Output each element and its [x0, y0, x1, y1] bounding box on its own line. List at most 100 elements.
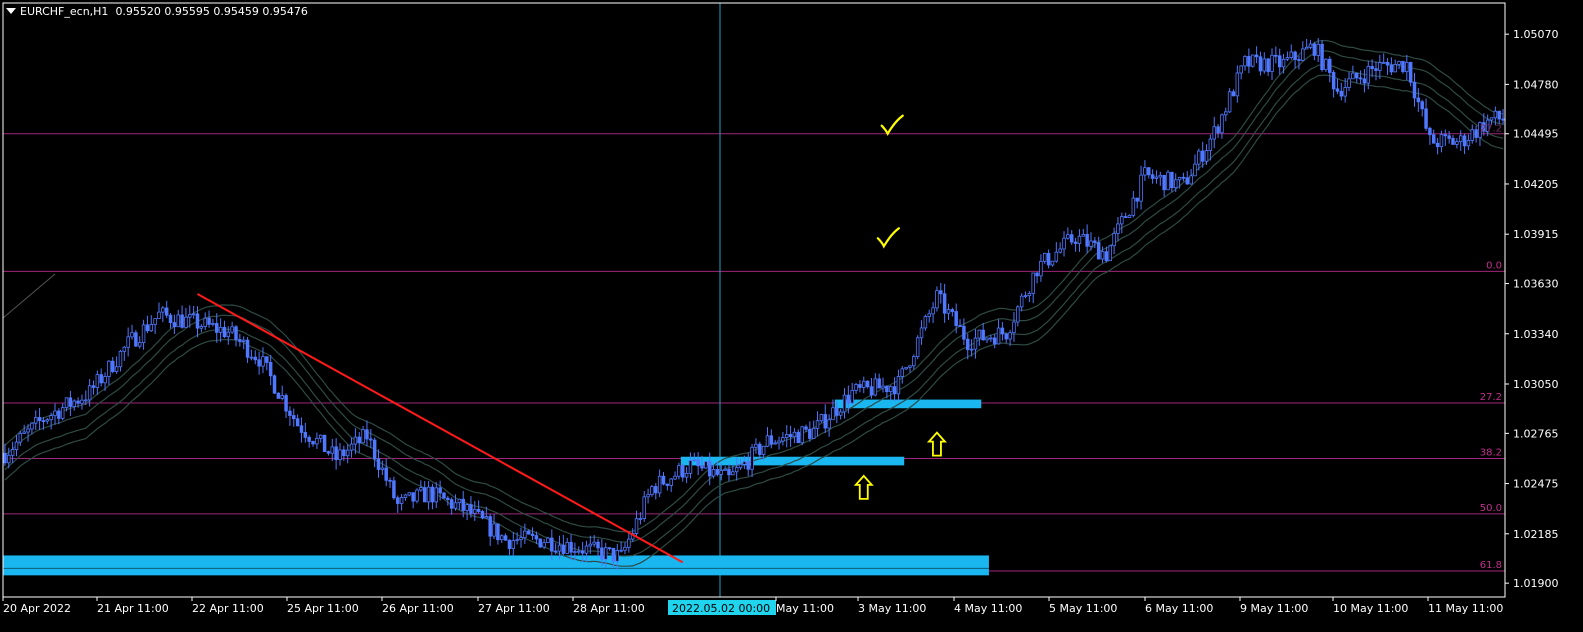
candle-body: [573, 551, 577, 553]
candle-body: [268, 362, 273, 377]
candle-body: [10, 449, 15, 456]
candle-body: [958, 325, 962, 327]
plot-area[interactable]: [3, 3, 1505, 597]
candle-body: [1135, 197, 1139, 202]
candle-body: [330, 446, 335, 454]
candle-body: [357, 436, 361, 444]
candle-body: [1004, 333, 1009, 340]
candle-body: [1158, 174, 1163, 178]
candle-body: [1308, 43, 1313, 48]
x-axis-tick-label: 21 Apr 11:00: [97, 602, 169, 615]
candle-body: [1193, 163, 1197, 177]
candle-body: [1304, 46, 1309, 50]
candle-body: [1358, 77, 1363, 80]
candle-body: [161, 307, 165, 313]
candle-body: [569, 541, 573, 553]
candle-body: [507, 539, 512, 549]
fib-level-label: 61.8: [1480, 560, 1502, 571]
candle-body: [1362, 78, 1367, 84]
candle-body: [303, 432, 308, 438]
candle-body: [288, 410, 292, 416]
candle-body: [561, 544, 566, 554]
candle-body: [804, 426, 808, 430]
candle-body: [765, 435, 770, 447]
candle-body: [249, 356, 254, 359]
candle-body: [326, 451, 331, 454]
candle-body: [1143, 167, 1147, 176]
candle-body: [1432, 134, 1436, 144]
y-axis-tick-label: 1.02185: [1513, 528, 1559, 541]
candle-body: [946, 309, 951, 314]
candle-body: [1339, 90, 1344, 97]
symbol-name: EURCHF_ecn,H1: [20, 5, 109, 18]
candle-body: [931, 307, 935, 315]
candle-body: [1131, 197, 1136, 216]
candle-body: [53, 410, 57, 417]
candle-body: [1455, 141, 1459, 145]
candle-body: [122, 346, 127, 352]
support-zone[interactable]: [3, 555, 989, 576]
candle-body: [1231, 91, 1236, 97]
candle-body: [1301, 48, 1305, 61]
candle-body: [64, 397, 69, 409]
candle-body: [1147, 167, 1151, 176]
candle-body: [1385, 61, 1390, 66]
candle-body: [942, 293, 947, 314]
candle-body: [388, 479, 392, 482]
candle-body: [677, 465, 681, 477]
candle-body: [588, 543, 593, 547]
y-axis-tick-label: 1.03340: [1513, 328, 1559, 341]
candle-body: [1262, 58, 1267, 72]
candle-body: [1170, 171, 1174, 189]
candle-body: [1281, 58, 1286, 68]
candle-body: [99, 374, 103, 384]
candle-body: [1039, 260, 1043, 277]
candle-body: [819, 414, 824, 422]
candle-body: [731, 471, 735, 476]
candle-body: [438, 487, 442, 494]
candle-body: [850, 389, 854, 404]
candle-body: [461, 498, 465, 511]
candle-body: [118, 350, 123, 368]
candle-body: [342, 449, 346, 457]
candle-body: [1127, 214, 1132, 218]
candle-body: [1085, 234, 1089, 247]
candle-body: [33, 417, 38, 424]
candle-body: [1474, 129, 1478, 138]
candle-body: [526, 530, 531, 535]
candle-body: [1447, 135, 1451, 139]
candle-body: [111, 360, 115, 373]
candle-body: [939, 290, 943, 295]
candle-body: [1096, 242, 1101, 260]
candle-body: [141, 324, 146, 344]
candle-body: [1069, 234, 1074, 243]
candle-body: [7, 454, 11, 464]
candle-body: [904, 366, 908, 370]
candle-body: [1035, 272, 1039, 277]
y-axis-tick-label: 1.01900: [1513, 577, 1559, 590]
candle-body: [519, 537, 523, 541]
candle-body: [1381, 61, 1386, 64]
dropdown-triangle-icon[interactable]: [6, 8, 16, 14]
candle-body: [969, 348, 974, 351]
candle-body: [1489, 117, 1494, 121]
chart-canvas[interactable]: 0.0 27.2 38.2 50.0 61.8 27.2 1.05070 1.04780 1.0…: [0, 0, 1583, 628]
price-chart[interactable]: EURCHF_ecn,H1 0.95520 0.95595 0.95459 0.…: [0, 0, 1583, 628]
candle-body: [781, 437, 785, 442]
candle-body: [1008, 332, 1012, 340]
candle-body: [977, 329, 982, 339]
support-zone[interactable]: [680, 456, 905, 466]
candle-body: [134, 332, 138, 347]
candle-body: [600, 547, 604, 560]
candle-body: [107, 360, 111, 377]
candle-body: [1424, 108, 1428, 129]
candle-body: [1328, 58, 1332, 73]
candle-body: [553, 550, 558, 553]
candle-body: [734, 467, 739, 473]
candle-body: [511, 540, 516, 549]
red-trendline[interactable]: [197, 293, 684, 564]
candle-body: [361, 429, 365, 444]
candle-body: [896, 376, 901, 395]
candle-body: [962, 325, 966, 340]
up-arrow-icon: [853, 474, 874, 500]
